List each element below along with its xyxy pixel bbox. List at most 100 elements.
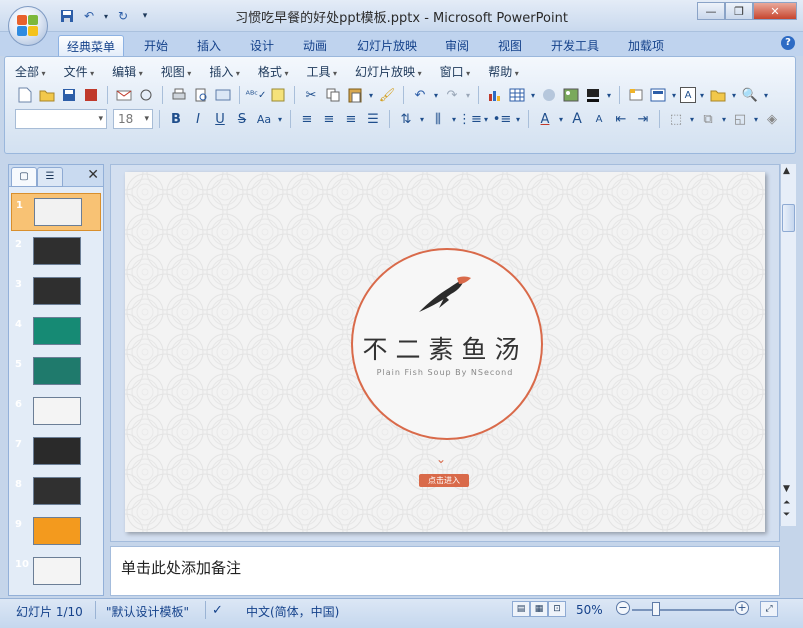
layout-icon[interactable] (648, 85, 668, 105)
change-case-dropdown-icon[interactable]: ▾ (276, 109, 284, 129)
slide-thumbnail[interactable]: 8 (11, 473, 101, 511)
theme-name[interactable]: "默认设计模板" (106, 603, 189, 620)
menu-all[interactable]: 全部 (15, 63, 46, 80)
tab-design[interactable]: 设计 (242, 35, 282, 56)
tab-review[interactable]: 审阅 (437, 35, 477, 56)
menu-view[interactable]: 视图 (161, 63, 192, 80)
spelling-icon[interactable]: ᴬᴮᶜ✓ (246, 85, 267, 105)
arrange-dropdown-icon[interactable]: ▾ (720, 109, 728, 129)
slides-tab[interactable]: ▢ (11, 167, 37, 187)
text-direction-icon[interactable]: ⇅ (396, 109, 416, 129)
columns-dropdown-icon[interactable]: ▾ (450, 109, 458, 129)
tab-home[interactable]: 开始 (136, 35, 176, 56)
decrease-indent-icon[interactable]: ⇤ (611, 109, 631, 129)
format-painter-icon[interactable]: 🖌 (377, 85, 397, 105)
slide-thumbnail[interactable]: 3 (11, 273, 101, 311)
font-name-combo[interactable] (15, 109, 107, 129)
find-icon[interactable]: 🔍 (740, 85, 760, 105)
slide-thumbnail[interactable]: 4 (11, 313, 101, 351)
close-pane-icon[interactable]: ✕ (87, 167, 99, 183)
normal-view-icon[interactable]: ▤ (512, 601, 530, 617)
menu-window[interactable]: 窗口 (440, 63, 471, 80)
slide-thumbnail[interactable]: 7 (11, 433, 101, 471)
scroll-down-icon[interactable]: ▼ (783, 484, 790, 494)
chart-icon[interactable] (485, 85, 505, 105)
quick-styles-icon[interactable]: ◱ (730, 109, 750, 129)
notes-pane[interactable]: 单击此处添加备注 (110, 546, 780, 596)
minimize-button[interactable]: — (697, 2, 725, 20)
slide-thumbnail[interactable]: 2 (11, 233, 101, 271)
font-color-dropdown-icon[interactable]: ▾ (557, 109, 565, 129)
grow-font-icon[interactable]: A (567, 109, 587, 129)
scroll-up-icon[interactable]: ▲ (783, 166, 790, 176)
align-left-icon[interactable]: ≡ (297, 109, 317, 129)
new-slide-icon[interactable] (626, 85, 646, 105)
layout-dropdown-icon[interactable]: ▾ (670, 85, 678, 105)
scroll-thumb[interactable] (782, 204, 795, 232)
bullets-icon[interactable]: •≡ (492, 109, 512, 129)
numbering-icon[interactable]: ⋮≡ (458, 109, 482, 129)
previous-slide-icon[interactable]: ⏶ (783, 498, 790, 508)
shapes-icon[interactable]: ⬚ (666, 109, 686, 129)
folder-icon[interactable] (708, 85, 728, 105)
slide-thumbnail[interactable]: 5 (11, 353, 101, 391)
zoom-slider-thumb[interactable] (652, 602, 660, 616)
slide-thumbnail[interactable]: 1 (11, 193, 101, 231)
zoom-out-icon[interactable]: − (616, 601, 630, 615)
spellcheck-icon[interactable]: ✓ (212, 603, 223, 618)
copy-icon[interactable] (323, 85, 343, 105)
redo-icon[interactable]: ↷ (442, 85, 462, 105)
underline-icon[interactable]: U (210, 109, 230, 129)
slide-thumbnail[interactable]: 6 (11, 393, 101, 431)
tab-animations[interactable]: 动画 (295, 35, 335, 56)
quick-styles-dropdown-icon[interactable]: ▾ (752, 109, 760, 129)
menu-edit[interactable]: 编辑 (112, 63, 143, 80)
textbox-dropdown-icon[interactable]: ▾ (698, 85, 706, 105)
fill-color-icon[interactable] (583, 85, 603, 105)
folder-dropdown-icon[interactable]: ▾ (730, 85, 738, 105)
email-icon[interactable] (114, 85, 134, 105)
restore-button[interactable]: ❐ (725, 2, 753, 20)
permission-icon[interactable] (81, 85, 101, 105)
outline-tab[interactable]: ☰ (37, 167, 63, 187)
paste-dropdown-icon[interactable]: ▾ (367, 85, 375, 105)
clipart-icon[interactable] (539, 85, 559, 105)
menu-slideshow[interactable]: 幻灯片放映 (355, 63, 422, 80)
language-status[interactable]: 中文(简体，中国) (246, 603, 339, 620)
redo-dropdown-icon[interactable]: ▾ (464, 85, 472, 105)
arrange-icon[interactable]: ⧉ (698, 109, 718, 129)
change-case-icon[interactable]: Aa (254, 109, 274, 129)
menu-format[interactable]: 格式 (258, 63, 289, 80)
new-document-icon[interactable] (15, 85, 35, 105)
current-slide[interactable]: 不二素鱼汤 Plain Fish Soup By NSecond ⌄ 点击进入 (125, 172, 765, 532)
bold-icon[interactable]: B (166, 109, 186, 129)
tab-view[interactable]: 视图 (490, 35, 530, 56)
justify-icon[interactable]: ☰ (363, 109, 383, 129)
font-color-icon[interactable]: A (535, 109, 555, 129)
tab-insert[interactable]: 插入 (189, 35, 229, 56)
zoom-slider-track[interactable] (632, 609, 734, 611)
strikethrough-icon[interactable]: S (232, 109, 252, 129)
shape-fill-icon[interactable]: ◈ (762, 109, 782, 129)
next-slide-icon[interactable]: ⏷ (783, 510, 790, 520)
print-icon[interactable] (169, 85, 189, 105)
menu-insert[interactable]: 插入 (209, 63, 240, 80)
shapes-dropdown-icon[interactable]: ▾ (688, 109, 696, 129)
undo-dropdown-icon[interactable]: ▾ (432, 85, 440, 105)
textbox-icon[interactable]: A (680, 87, 696, 103)
fit-to-window-icon[interactable]: ⤢ (760, 601, 778, 617)
bullets-dropdown-icon[interactable]: ▾ (514, 109, 522, 129)
picture-icon[interactable] (561, 85, 581, 105)
paste-icon[interactable] (345, 85, 365, 105)
zoom-level[interactable]: 50% (576, 603, 603, 617)
screen-icon[interactable] (213, 85, 233, 105)
find-dropdown-icon[interactable]: ▾ (762, 85, 770, 105)
tab-slideshow[interactable]: 幻灯片放映 (349, 35, 425, 56)
text-direction-dropdown-icon[interactable]: ▾ (418, 109, 426, 129)
align-right-icon[interactable]: ≡ (341, 109, 361, 129)
menu-file[interactable]: 文件 (64, 63, 95, 80)
increase-indent-icon[interactable]: ⇥ (633, 109, 653, 129)
slide-thumbnail[interactable]: 10 (11, 553, 101, 591)
align-center-icon[interactable]: ≡ (319, 109, 339, 129)
close-button[interactable]: ✕ (753, 2, 797, 20)
